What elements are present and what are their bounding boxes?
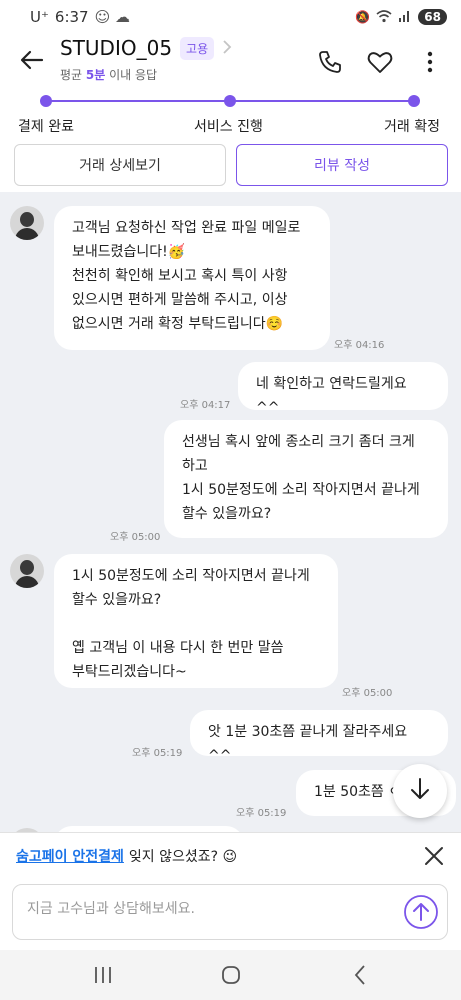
wifi-icon	[376, 9, 392, 26]
progress-step-label: 거래 확정	[384, 119, 440, 135]
more-vertical-icon[interactable]	[416, 48, 444, 76]
message-time: 오후 04:17	[180, 400, 231, 411]
chat-area[interactable]: 고객님 요청하신 작업 완료 파일 메일로 보내드렸습니다!🥳 천천히 확인해 …	[0, 192, 461, 832]
scroll-to-bottom-button[interactable]	[393, 764, 447, 818]
battery-indicator: 68	[418, 9, 447, 25]
message-input-container	[12, 884, 448, 940]
clock: 6:37	[54, 8, 89, 26]
progress-dot-1	[40, 95, 52, 107]
notification-icons: ☺ ☁	[94, 8, 130, 26]
back-nav-icon[interactable]	[348, 962, 374, 988]
home-icon[interactable]	[218, 962, 244, 988]
avatar[interactable]	[10, 206, 44, 240]
arrow-down-icon	[408, 776, 432, 806]
safe-payment-link[interactable]: 숨고페이 안전결제	[16, 846, 124, 866]
message-time: 오후 05:00	[342, 688, 393, 699]
transaction-progress: 결제 완료 서비스 진행 거래 확정	[0, 92, 461, 142]
back-arrow-icon[interactable]	[18, 46, 46, 74]
signal-icon	[398, 9, 412, 26]
message-bubble-sent: 선생님 혹시 앞에 종소리 크기 좀더 크게 하고 1시 50분정도에 소리 작…	[164, 420, 448, 538]
chat-header: STUDIO_05 고용 평균 5분 이내 응답	[0, 30, 461, 92]
safe-payment-notice: 숨고페이 안전결제 잊지 않으셨죠? 😉	[0, 832, 461, 878]
progress-step-label: 결제 완료	[18, 119, 74, 135]
message-time: 오후 05:19	[236, 808, 287, 819]
recent-apps-icon[interactable]	[90, 962, 116, 988]
message-bubble-sent: 네 확인하고 연락드릴게요 ^^	[238, 362, 448, 416]
write-review-button[interactable]: 리뷰 작성	[236, 144, 448, 186]
message-bubble-received: 1시 50분정도에 소리 작아지면서 끝나게 할수 있을까요? 옙 고객님 이 …	[54, 554, 338, 688]
message-time: 오후 05:19	[132, 748, 183, 759]
progress-dot-3	[408, 95, 420, 107]
progress-dot-2	[224, 95, 236, 107]
message-bubble-received: 고객님 요청하신 작업 완료 파일 메일로 보내드렸습니다!🥳 천천히 확인해 …	[54, 206, 330, 350]
progress-step-label: 서비스 진행	[194, 119, 263, 135]
mute-icon: 🔕	[355, 10, 371, 24]
close-icon[interactable]	[423, 845, 445, 867]
message-time: 오후 04:16	[334, 340, 385, 351]
avatar[interactable]	[10, 554, 44, 588]
chevron-right-icon[interactable]	[222, 39, 232, 58]
message-input[interactable]	[27, 901, 387, 917]
system-nav-bar	[0, 950, 461, 1000]
transaction-details-button[interactable]: 거래 상세보기	[14, 144, 226, 186]
send-button[interactable]	[403, 894, 439, 930]
hire-badge: 고용	[180, 36, 215, 60]
page-title[interactable]: STUDIO_05	[60, 36, 172, 60]
message-bubble-sent: 앗 1분 30초쯤 끝나게 잘라주세요 ^^	[190, 710, 448, 764]
status-bar: U⁺ 6:37 ☺ ☁ 🔕 68	[0, 0, 461, 34]
action-buttons: 거래 상세보기 리뷰 작성	[0, 144, 461, 190]
notice-text: 잊지 않으셨죠? 😉	[128, 848, 238, 865]
message-time: 오후 05:00	[110, 532, 161, 543]
response-time: 평균 5분 이내 응답	[60, 68, 158, 82]
carrier-label: U⁺	[30, 8, 49, 26]
phone-icon[interactable]	[316, 48, 344, 76]
heart-icon[interactable]	[366, 48, 394, 76]
